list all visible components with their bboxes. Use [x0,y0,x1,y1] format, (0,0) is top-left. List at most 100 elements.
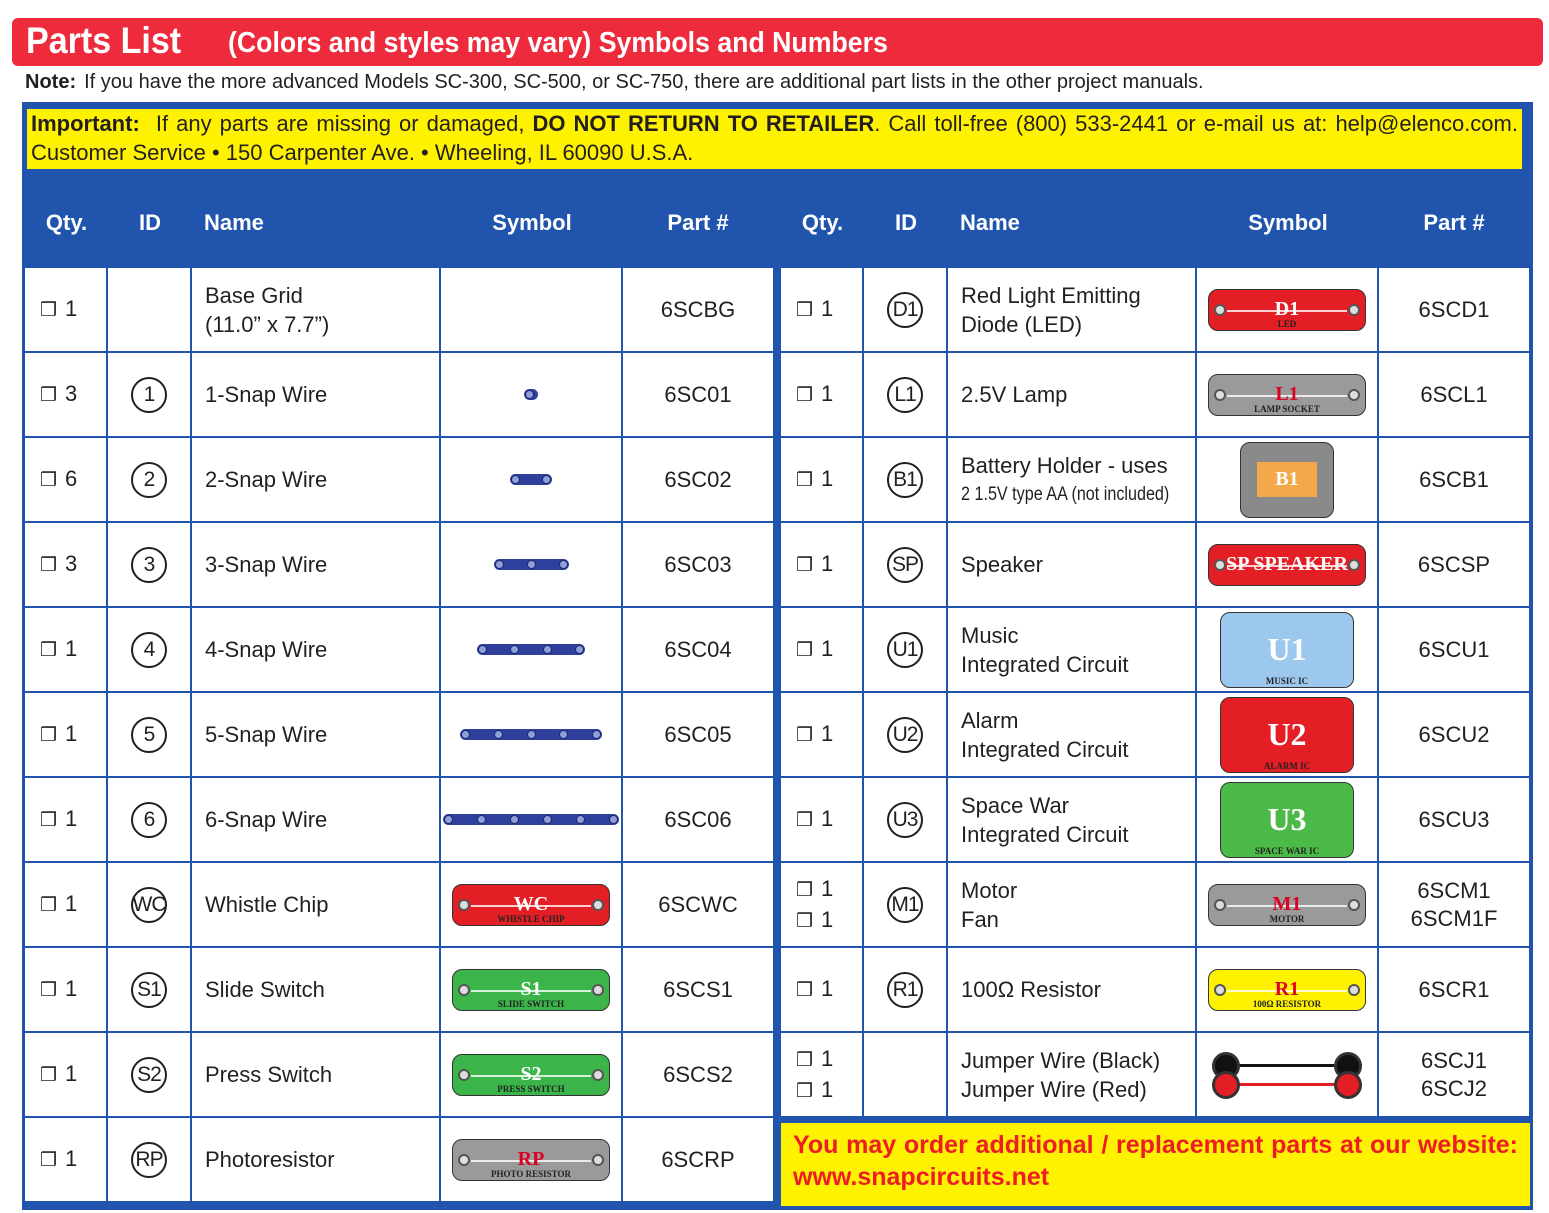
page-subtitle: (Colors and styles may vary) Symbols and… [228,27,888,59]
part-symbol [443,814,619,825]
checkbox-icon[interactable]: ❒ [796,300,813,321]
qty-value: 1 [821,906,834,932]
part-number-cell: 6SCM1 6SCM1F [1379,863,1529,946]
checkbox-icon[interactable]: ❒ [796,911,813,932]
table-row: ❒ 1 U1 Music Integrated Circuit U1 MUSIC IC 6SC… [781,608,1531,691]
name-cell: Slide Switch [192,948,439,1031]
part-symbol: S2 PRESS SWITCH [452,1053,610,1096]
checkbox-icon[interactable]: ❒ [40,895,57,916]
part-id-badge: R1 [887,971,923,1008]
qty-cell: ❒ 1 [25,1118,106,1201]
part-name: 2 1.5V type AA (not included) [961,483,1170,505]
qty-cell: ❒ 1 [781,778,862,861]
qty-line: ❒ 1 [796,804,833,835]
qty-value: 1 [821,296,834,321]
part-name: Battery Holder - uses [961,452,1168,478]
qty-cell: ❒ 1 [781,608,862,691]
checkbox-icon[interactable]: ❒ [40,1150,57,1171]
checkbox-icon[interactable]: ❒ [796,1050,813,1071]
qty-cell: ❒ 1 [25,608,106,691]
note-label: Note: [25,71,77,93]
name-cell: 2.5V Lamp [948,353,1195,436]
snap-icon [458,983,470,996]
part-number-cell: 6SCBG [623,268,773,351]
qty-cell: ❒ 3 [25,523,106,606]
part-symbol: U3 SPACE WAR IC [1220,781,1354,858]
table-row: ❒ 1 ❒ 1 M1 Motor Fan M1 MOTOR 6SCM1 6SCM1F [781,863,1531,946]
checkbox-icon[interactable]: ❒ [796,555,813,576]
checkbox-icon[interactable]: ❒ [796,1081,813,1102]
part-number-cell: 6SCD1 [1379,268,1529,351]
checkbox-icon[interactable]: ❒ [796,470,813,491]
name-cell: 4-Snap Wire [192,608,439,691]
symbol-cell: RP PHOTO RESISTOR [441,1118,621,1201]
symbol-sublabel: MUSIC IC [1265,675,1309,686]
table-row: ❒ 1 5 5-Snap Wire 6SC05 [25,693,775,776]
snap-icon [559,730,569,739]
snap-icon [575,815,585,824]
checkbox-icon[interactable]: ❒ [40,725,57,746]
part-symbol: D1 LED [1208,288,1366,331]
name-cell: Photoresistor [192,1118,439,1201]
id-cell: D1 [864,268,946,351]
part-symbol: R1 100Ω RESISTOR [1208,968,1366,1011]
qty-line: ❒ 1 [796,719,833,750]
checkbox-icon[interactable]: ❒ [40,385,57,406]
symbol-cell: M1 MOTOR [1197,863,1377,946]
checkbox-icon[interactable]: ❒ [796,980,813,1001]
table-row: ❒ 1 R1 100Ω Resistor R1 100Ω RESISTOR 6SCR1 [781,948,1531,1031]
qty-line: ❒ 1 [796,634,833,665]
part-name: Red Light Emitting [961,282,1141,308]
id-cell: U3 [864,778,946,861]
qty-value: 1 [65,806,78,831]
id-cell: 6 [108,778,190,861]
checkbox-icon[interactable]: ❒ [796,880,813,901]
checkbox-icon[interactable]: ❒ [40,1065,57,1086]
symbol-cell: R1 100Ω RESISTOR [1197,948,1377,1031]
qty-line: ❒ 1 [796,974,833,1005]
symbol-sublabel: PHOTO RESISTOR [491,1168,571,1179]
id-cell: S2 [108,1033,190,1116]
qty-value: 1 [65,891,78,916]
part-number-cell: 6SCB1 [1379,438,1529,521]
part-id-badge: U1 [887,631,923,668]
checkbox-icon[interactable]: ❒ [40,810,57,831]
part-number: 6SCJ2 [1420,1075,1488,1101]
checkbox-icon[interactable]: ❒ [40,555,57,576]
snap-icon [458,1068,470,1081]
checkbox-icon[interactable]: ❒ [40,640,57,661]
id-cell: WC [108,863,190,946]
checkbox-icon[interactable]: ❒ [796,640,813,661]
checkbox-icon[interactable]: ❒ [796,810,813,831]
id-cell: B1 [864,438,946,521]
snap-icon [493,730,503,739]
snap-icon [494,560,504,569]
part-symbol [524,389,538,400]
part-number: 6SCR1 [1418,976,1490,1002]
table-row: ❒ 1 U2 Alarm Integrated Circuit U2 ALARM IC 6SC… [781,693,1531,776]
component-symbol: U2 ALARM IC [1220,696,1354,773]
qty-line: ❒ 1 [40,1144,77,1175]
name-cell: Battery Holder - uses 2 1.5V type AA (not… [948,438,1195,521]
part-id-badge: U3 [887,801,923,838]
name-cell: 6-Snap Wire [192,778,439,861]
name-cell: Whistle Chip [192,863,439,946]
checkbox-icon[interactable]: ❒ [796,385,813,406]
qty-line: ❒ 1 [796,379,833,410]
important-label: Important: [31,111,140,136]
part-name: 2-Snap Wire [205,467,328,492]
qty-line: ❒ 1 [40,889,77,920]
symbol-cell [441,438,621,521]
part-name: 1-Snap Wire [205,382,328,407]
part-number-cell: 6SC02 [623,438,773,521]
qty-cell: ❒ 1 [25,863,106,946]
part-number: 6SCD1 [1418,296,1490,322]
checkbox-icon[interactable]: ❒ [796,725,813,746]
id-cell: U1 [864,608,946,691]
qty-cell: ❒ 1 [781,523,862,606]
checkbox-icon[interactable]: ❒ [40,470,57,491]
component-symbol: L1 LAMP SOCKET [1208,373,1366,416]
checkbox-icon[interactable]: ❒ [40,300,57,321]
checkbox-icon[interactable]: ❒ [40,980,57,1001]
column-header: Qty. [45,210,88,235]
